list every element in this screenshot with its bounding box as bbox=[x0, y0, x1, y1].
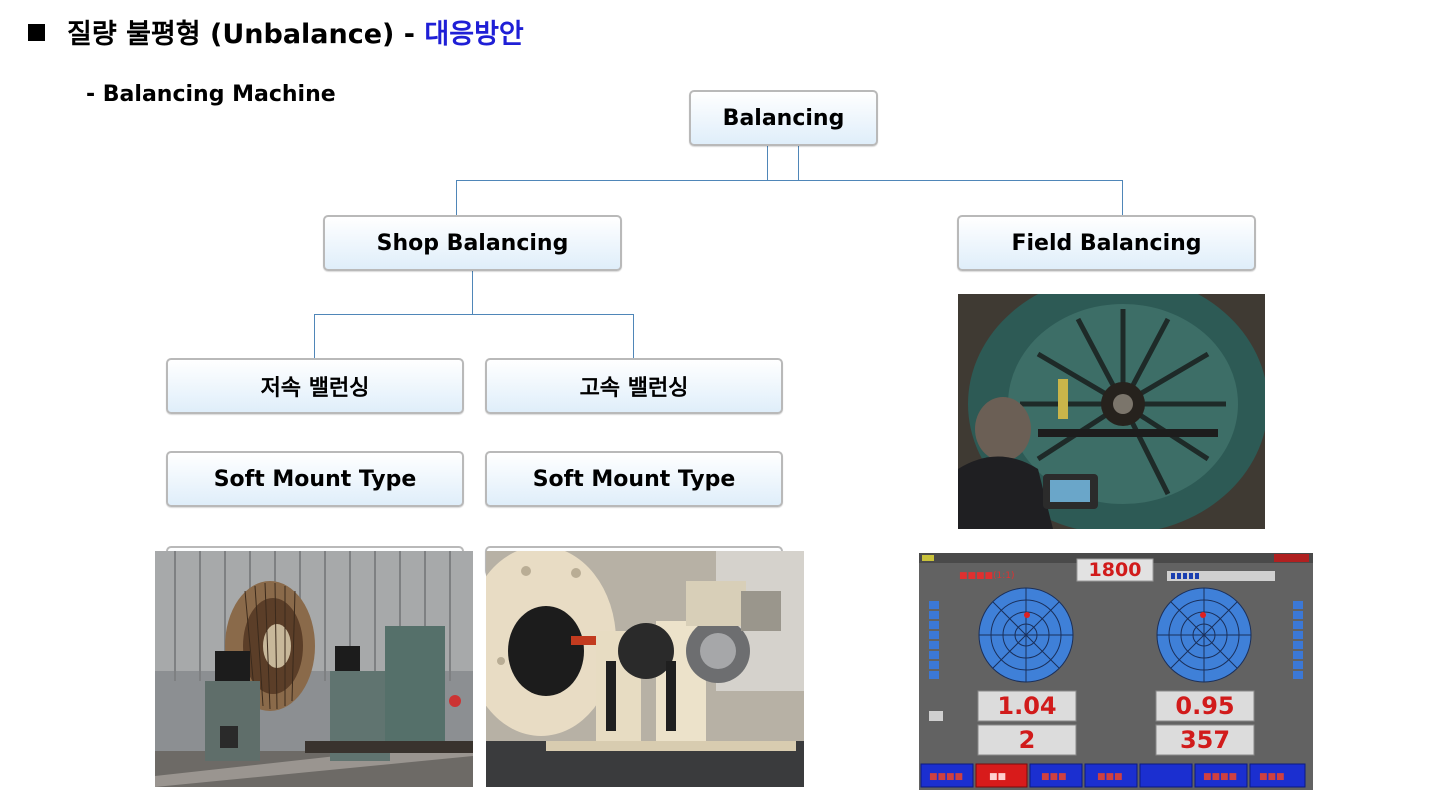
field-balancing-box: Field Balancing bbox=[957, 215, 1256, 271]
connector-low-drop bbox=[314, 314, 315, 359]
square-bullet-icon bbox=[28, 24, 45, 41]
connector-root-left bbox=[767, 145, 768, 180]
right-phase-readout: 357 bbox=[1179, 726, 1231, 754]
connector-root-right bbox=[798, 145, 799, 180]
title-main: 질량 불평형 (Unbalance) - bbox=[67, 19, 425, 50]
connector-shop-down bbox=[472, 269, 473, 314]
title-accent: 대응방안 bbox=[424, 19, 524, 50]
svg-text:■■: ■■ bbox=[989, 772, 1006, 782]
field-balancing-photo bbox=[958, 294, 1265, 529]
connector-level2-horizontal bbox=[314, 314, 634, 315]
svg-text:■■■: ■■■ bbox=[1259, 772, 1285, 782]
left-amplitude-readout: 1.04 bbox=[997, 692, 1057, 720]
low-speed-balancing-box: 저속 밸런싱 bbox=[166, 358, 464, 414]
subtitle: - Balancing Machine bbox=[86, 82, 336, 107]
right-amplitude-readout: 0.95 bbox=[1175, 692, 1235, 720]
svg-text:■■■■: ■■■■ bbox=[1203, 772, 1237, 782]
left-phase-readout: 2 bbox=[1018, 726, 1036, 754]
page-title: 질량 불평형 (Unbalance) - 대응방안 bbox=[28, 12, 524, 51]
high-speed-balancing-box: 고속 밸런싱 bbox=[485, 358, 783, 414]
svg-text:■■■■(1:1): ■■■■(1:1) bbox=[959, 571, 1015, 581]
connector-level1-horizontal bbox=[456, 180, 1123, 181]
analyzer-screen-photo: ■■■■(1:1) ■■■■ ■■ ■■■ ■■■ ■■■■ ■■■ 1800 … bbox=[919, 553, 1313, 790]
svg-text:■■■: ■■■ bbox=[1097, 772, 1123, 782]
low-speed-machine-photo bbox=[155, 551, 473, 787]
svg-text:■■■■: ■■■■ bbox=[929, 772, 963, 782]
connector-field-drop bbox=[1122, 180, 1123, 216]
high-speed-mount-type-box: Soft Mount Type bbox=[485, 451, 783, 507]
connector-shop-drop bbox=[456, 180, 457, 216]
rpm-readout: 1800 bbox=[1088, 559, 1142, 581]
balancing-root-box: Balancing bbox=[689, 90, 878, 146]
connector-high-drop bbox=[633, 314, 634, 359]
low-speed-mount-type-box: Soft Mount Type bbox=[166, 451, 464, 507]
high-speed-machine-photo bbox=[486, 551, 804, 787]
svg-text:■■■: ■■■ bbox=[1041, 772, 1067, 782]
shop-balancing-box: Shop Balancing bbox=[323, 215, 622, 271]
